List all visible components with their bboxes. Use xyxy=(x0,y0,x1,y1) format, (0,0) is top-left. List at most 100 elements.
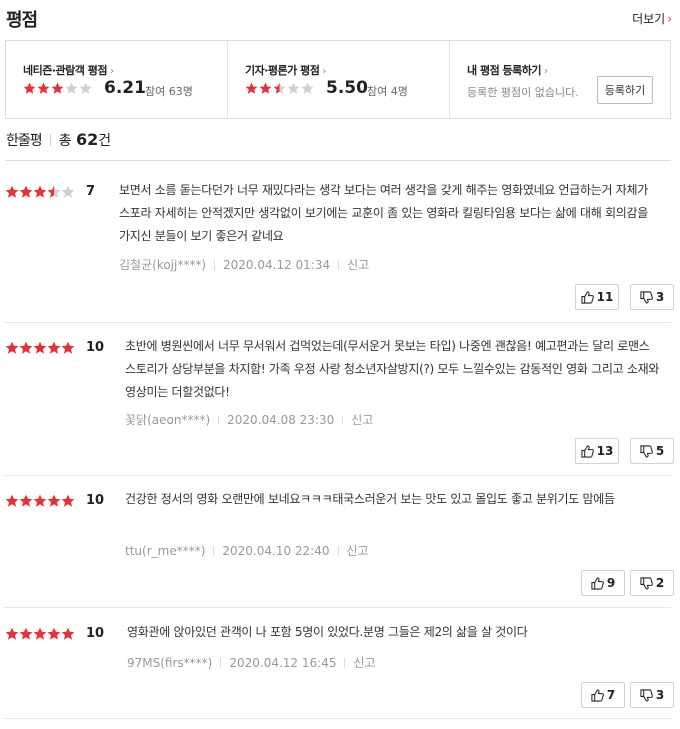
review-date: 2020.04.12 16:45 xyxy=(229,656,337,670)
star-icon xyxy=(5,341,19,354)
like-count: 7 xyxy=(606,688,616,702)
star-icon xyxy=(19,494,33,507)
thumbs-down-icon xyxy=(640,444,653,458)
report-link[interactable]: 신고 xyxy=(351,413,373,427)
total-prefix: 총 xyxy=(58,133,72,149)
dislike-count: 2 xyxy=(655,576,665,590)
star-icon xyxy=(37,82,50,94)
oneline-header: 한줄평 총 62건 xyxy=(6,130,111,150)
netizen-rating: 네티즌·관람객 평점 › 6.21 참여 63명 xyxy=(6,41,227,118)
review-star-rating xyxy=(5,185,75,204)
dislike-count: 5 xyxy=(655,444,665,458)
critic-count: 참여 4명 xyxy=(367,85,408,98)
review-score: 7 xyxy=(86,184,96,199)
review-author[interactable]: 김철균(kojj****) xyxy=(119,258,206,272)
star-icon xyxy=(51,82,64,94)
register-button[interactable]: 등록하기 xyxy=(597,76,653,104)
no-rating-message: 등록한 평점이 없습니다. xyxy=(467,86,579,99)
review-date: 2020.04.12 01:34 xyxy=(223,258,331,272)
like-button[interactable]: 9 xyxy=(581,570,625,596)
critic-star-rating xyxy=(245,82,315,101)
divider xyxy=(218,415,220,425)
chevron-right-icon: › xyxy=(667,12,672,26)
dislike-button[interactable]: 3 xyxy=(630,284,674,310)
star-icon xyxy=(61,494,75,507)
my-rating-link[interactable]: 내 평점 등록하기 › xyxy=(467,62,548,78)
like-count: 9 xyxy=(606,576,616,590)
dislike-button[interactable]: 2 xyxy=(630,570,674,596)
star-icon xyxy=(33,341,47,354)
rating-section-header: 평점 더보기 › xyxy=(6,4,672,32)
thumbs-down-icon xyxy=(640,290,653,304)
review-author[interactable]: ttu(r_me****) xyxy=(125,544,205,558)
divider xyxy=(5,322,671,323)
review-score: 10 xyxy=(86,340,105,355)
star-icon xyxy=(33,185,47,198)
divider xyxy=(5,607,671,608)
divider xyxy=(5,718,671,719)
chevron-right-icon: › xyxy=(544,66,548,77)
dislike-button[interactable]: 3 xyxy=(630,682,674,708)
review-meta: 김철균(kojj****) 2020.04.12 01:34 신고 xyxy=(119,256,369,273)
divider xyxy=(5,475,671,476)
review-author[interactable]: 97MS(firs****) xyxy=(127,656,212,670)
review-text: 건강한 정서의 영화 오랜만에 보네요ㅋㅋㅋ태국스러운거 보는 맛도 있고 몰입… xyxy=(125,492,615,506)
netizen-count: 참여 63명 xyxy=(145,85,193,98)
star-icon xyxy=(23,82,36,94)
review-meta: 97MS(firs****) 2020.04.12 16:45 신고 xyxy=(127,654,376,671)
star-icon xyxy=(5,185,19,198)
critic-score: 5.50 xyxy=(326,78,368,98)
star-icon xyxy=(259,82,272,94)
like-button[interactable]: 13 xyxy=(575,438,619,464)
critic-rating: 기자·평론가 평점 › 5.50 참여 4명 xyxy=(227,41,449,118)
like-count: 11 xyxy=(596,290,614,304)
star-icon xyxy=(19,341,33,354)
star-icon xyxy=(273,82,286,94)
divider xyxy=(344,658,346,668)
divider xyxy=(337,546,339,556)
review-star-rating xyxy=(5,341,75,360)
my-rating-label: 내 평점 등록하기 xyxy=(467,64,542,77)
chevron-right-icon: › xyxy=(322,66,326,77)
star-icon xyxy=(301,82,314,94)
dislike-button[interactable]: 5 xyxy=(630,438,674,464)
thumbs-up-icon xyxy=(591,576,604,590)
like-button[interactable]: 11 xyxy=(575,284,619,310)
critic-rating-link[interactable]: 기자·평론가 평점 › xyxy=(245,62,326,78)
divider xyxy=(342,415,344,425)
star-icon xyxy=(61,627,75,640)
star-icon xyxy=(65,82,78,94)
report-link[interactable]: 신고 xyxy=(347,544,369,558)
total-suffix: 건 xyxy=(98,133,112,149)
oneline-title: 한줄평 xyxy=(6,133,43,149)
review-meta: ttu(r_me****) 2020.04.10 22:40 신고 xyxy=(125,542,369,559)
netizen-star-rating xyxy=(23,82,93,101)
netizen-rating-link[interactable]: 네티즌·관람객 평점 › xyxy=(23,62,114,78)
like-button[interactable]: 7 xyxy=(581,682,625,708)
divider xyxy=(214,260,216,270)
star-icon xyxy=(47,494,61,507)
review-meta: 꽃닭(aeon****) 2020.04.08 23:30 신고 xyxy=(125,411,373,428)
oneline-total: 총 62건 xyxy=(58,130,112,149)
report-link[interactable]: 신고 xyxy=(347,258,369,272)
total-count: 62 xyxy=(75,130,99,149)
review-author[interactable]: 꽃닭(aeon****) xyxy=(125,413,210,427)
star-icon xyxy=(47,341,61,354)
star-icon xyxy=(61,185,75,198)
my-rating: 내 평점 등록하기 › 등록한 평점이 없습니다. 등록하기 xyxy=(449,41,671,118)
star-icon xyxy=(245,82,258,94)
thumbs-down-icon xyxy=(640,688,653,702)
review-star-rating xyxy=(5,494,75,513)
more-link-label: 더보기 xyxy=(632,12,666,26)
review-date: 2020.04.10 22:40 xyxy=(222,544,330,558)
critic-rating-label: 기자·평론가 평점 xyxy=(245,64,320,77)
chevron-right-icon: › xyxy=(109,66,114,77)
star-icon xyxy=(47,627,61,640)
star-icon xyxy=(79,82,92,94)
report-link[interactable]: 신고 xyxy=(353,656,375,670)
review-score: 10 xyxy=(86,626,105,641)
review-text: 영화관에 앉아있던 관객이 나 포함 5명이 있었다.분명 그들은 제2의 삶을… xyxy=(127,625,528,639)
dislike-count: 3 xyxy=(655,688,665,702)
more-link[interactable]: 더보기 › xyxy=(632,10,672,27)
star-icon xyxy=(5,494,19,507)
